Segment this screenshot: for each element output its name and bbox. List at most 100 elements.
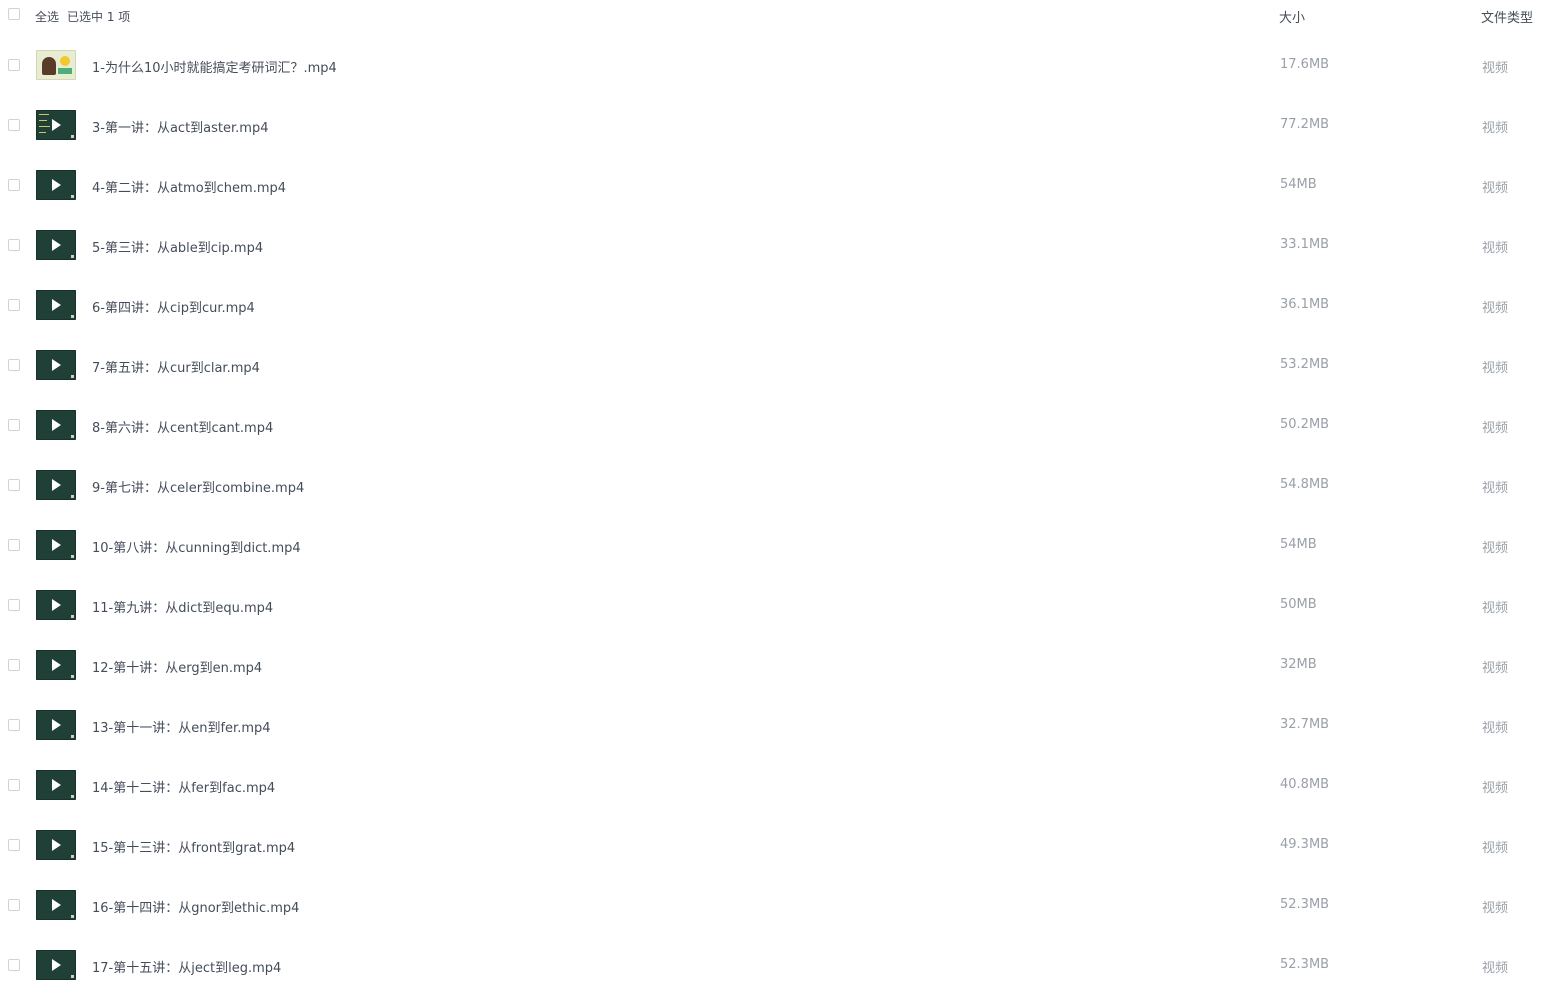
row-checkbox[interactable]	[8, 59, 20, 71]
video-thumbnail[interactable]	[36, 110, 76, 140]
play-icon	[52, 419, 61, 431]
select-all-checkbox[interactable]	[8, 8, 20, 20]
file-size: 33.1MB	[1280, 237, 1330, 252]
file-list: 1-为什么10小时就能搞定考研词汇？.mp4 17.6MB 视频 3-第一讲：从act…	[0, 30, 1551, 990]
file-row[interactable]: 11-第九讲：从dict到equ.mp4 50MB 视频	[0, 570, 1551, 630]
list-header: 全选 已选中 1 项 大小 文件类型	[0, 0, 1551, 30]
video-thumbnail[interactable]	[36, 170, 76, 200]
badge-icon	[60, 56, 70, 66]
play-icon	[52, 779, 61, 791]
video-thumbnail[interactable]	[36, 290, 76, 320]
play-icon	[52, 659, 61, 671]
row-checkbox[interactable]	[8, 599, 20, 611]
row-checkbox[interactable]	[8, 479, 20, 491]
play-icon	[52, 899, 61, 911]
text-lines-icon	[39, 114, 53, 134]
file-name[interactable]: 3-第一讲：从act到aster.mp4	[92, 117, 268, 136]
file-name[interactable]: 1-为什么10小时就能搞定考研词汇？.mp4	[92, 57, 337, 76]
video-thumbnail[interactable]	[36, 590, 76, 620]
play-icon	[52, 959, 61, 971]
row-checkbox[interactable]	[8, 659, 20, 671]
file-row[interactable]: 8-第六讲：从cent到cant.mp4 50.2MB 视频	[0, 390, 1551, 450]
file-row[interactable]: 9-第七讲：从celer到combine.mp4 54.8MB 视频	[0, 450, 1551, 510]
file-name[interactable]: 14-第十二讲：从fer到fac.mp4	[92, 777, 275, 796]
row-checkbox[interactable]	[8, 359, 20, 371]
play-icon	[52, 299, 61, 311]
file-size: 52.3MB	[1280, 957, 1330, 972]
file-name[interactable]: 13-第十一讲：从en到fer.mp4	[92, 717, 271, 736]
file-size: 54MB	[1280, 177, 1317, 192]
file-type: 视频	[1482, 901, 1509, 916]
row-checkbox[interactable]	[8, 419, 20, 431]
file-size: 32.7MB	[1280, 717, 1330, 732]
file-name[interactable]: 16-第十四讲：从gnor到ethic.mp4	[92, 897, 299, 916]
file-name[interactable]: 17-第十五讲：从ject到leg.mp4	[92, 957, 281, 976]
file-row[interactable]: 7-第五讲：从cur到clar.mp4 53.2MB 视频	[0, 330, 1551, 390]
file-size: 54.8MB	[1280, 477, 1330, 492]
column-header-type[interactable]: 文件类型	[1481, 7, 1533, 26]
play-icon	[52, 479, 61, 491]
file-name[interactable]: 7-第五讲：从cur到clar.mp4	[92, 357, 260, 376]
video-thumbnail[interactable]	[36, 350, 76, 380]
video-thumbnail[interactable]	[36, 830, 76, 860]
banner-icon	[58, 68, 72, 74]
file-row[interactable]: 13-第十一讲：从en到fer.mp4 32.7MB 视频	[0, 690, 1551, 750]
file-row[interactable]: 15-第十三讲：从front到grat.mp4 49.3MB 视频	[0, 810, 1551, 870]
file-row[interactable]: 1-为什么10小时就能搞定考研词汇？.mp4 17.6MB 视频	[0, 30, 1551, 90]
file-row[interactable]: 5-第三讲：从able到cip.mp4 33.1MB 视频	[0, 210, 1551, 270]
file-row[interactable]: 14-第十二讲：从fer到fac.mp4 40.8MB 视频	[0, 750, 1551, 810]
video-thumbnail[interactable]	[36, 890, 76, 920]
file-name[interactable]: 6-第四讲：从cip到cur.mp4	[92, 297, 255, 316]
selected-count-text: 已选中 1 项	[67, 10, 131, 24]
row-checkbox[interactable]	[8, 179, 20, 191]
column-header-size[interactable]: 大小	[1279, 7, 1305, 26]
select-all-label[interactable]: 全选	[35, 8, 59, 25]
file-type: 视频	[1482, 781, 1509, 796]
file-type: 视频	[1482, 61, 1509, 76]
file-name[interactable]: 9-第七讲：从celer到combine.mp4	[92, 477, 304, 496]
video-thumbnail[interactable]	[36, 470, 76, 500]
video-cover-thumbnail[interactable]	[36, 50, 76, 80]
file-row[interactable]: 10-第八讲：从cunning到dict.mp4 54MB 视频	[0, 510, 1551, 570]
file-name[interactable]: 4-第二讲：从atmo到chem.mp4	[92, 177, 286, 196]
file-size: 53.2MB	[1280, 357, 1330, 372]
row-checkbox[interactable]	[8, 119, 20, 131]
video-thumbnail[interactable]	[36, 530, 76, 560]
video-thumbnail[interactable]	[36, 410, 76, 440]
row-checkbox[interactable]	[8, 779, 20, 791]
file-row[interactable]: 12-第十讲：从erg到en.mp4 32MB 视频	[0, 630, 1551, 690]
file-name[interactable]: 5-第三讲：从able到cip.mp4	[92, 237, 263, 256]
file-name[interactable]: 8-第六讲：从cent到cant.mp4	[92, 417, 273, 436]
play-icon	[52, 599, 61, 611]
file-type: 视频	[1482, 481, 1509, 496]
video-thumbnail[interactable]	[36, 770, 76, 800]
file-row[interactable]: 4-第二讲：从atmo到chem.mp4 54MB 视频	[0, 150, 1551, 210]
video-thumbnail[interactable]	[36, 650, 76, 680]
file-type: 视频	[1482, 541, 1509, 556]
file-name[interactable]: 11-第九讲：从dict到equ.mp4	[92, 597, 273, 616]
file-row[interactable]: 3-第一讲：从act到aster.mp4 77.2MB 视频	[0, 90, 1551, 150]
file-name[interactable]: 12-第十讲：从erg到en.mp4	[92, 657, 262, 676]
row-checkbox[interactable]	[8, 959, 20, 971]
video-thumbnail[interactable]	[36, 230, 76, 260]
row-checkbox[interactable]	[8, 239, 20, 251]
play-icon	[52, 119, 61, 131]
file-size: 17.6MB	[1280, 57, 1330, 72]
row-checkbox[interactable]	[8, 839, 20, 851]
row-checkbox[interactable]	[8, 539, 20, 551]
file-row[interactable]: 16-第十四讲：从gnor到ethic.mp4 52.3MB 视频	[0, 870, 1551, 930]
video-thumbnail[interactable]	[36, 710, 76, 740]
row-checkbox[interactable]	[8, 299, 20, 311]
file-row[interactable]: 6-第四讲：从cip到cur.mp4 36.1MB 视频	[0, 270, 1551, 330]
file-name[interactable]: 10-第八讲：从cunning到dict.mp4	[92, 537, 301, 556]
file-size: 50MB	[1280, 597, 1317, 612]
file-name[interactable]: 15-第十三讲：从front到grat.mp4	[92, 837, 295, 856]
play-icon	[52, 539, 61, 551]
file-size: 36.1MB	[1280, 297, 1330, 312]
row-checkbox[interactable]	[8, 899, 20, 911]
video-thumbnail[interactable]	[36, 950, 76, 980]
row-checkbox[interactable]	[8, 719, 20, 731]
file-row[interactable]: 17-第十五讲：从ject到leg.mp4 52.3MB 视频	[0, 930, 1551, 990]
file-type: 视频	[1482, 121, 1509, 136]
file-type: 视频	[1482, 301, 1509, 316]
